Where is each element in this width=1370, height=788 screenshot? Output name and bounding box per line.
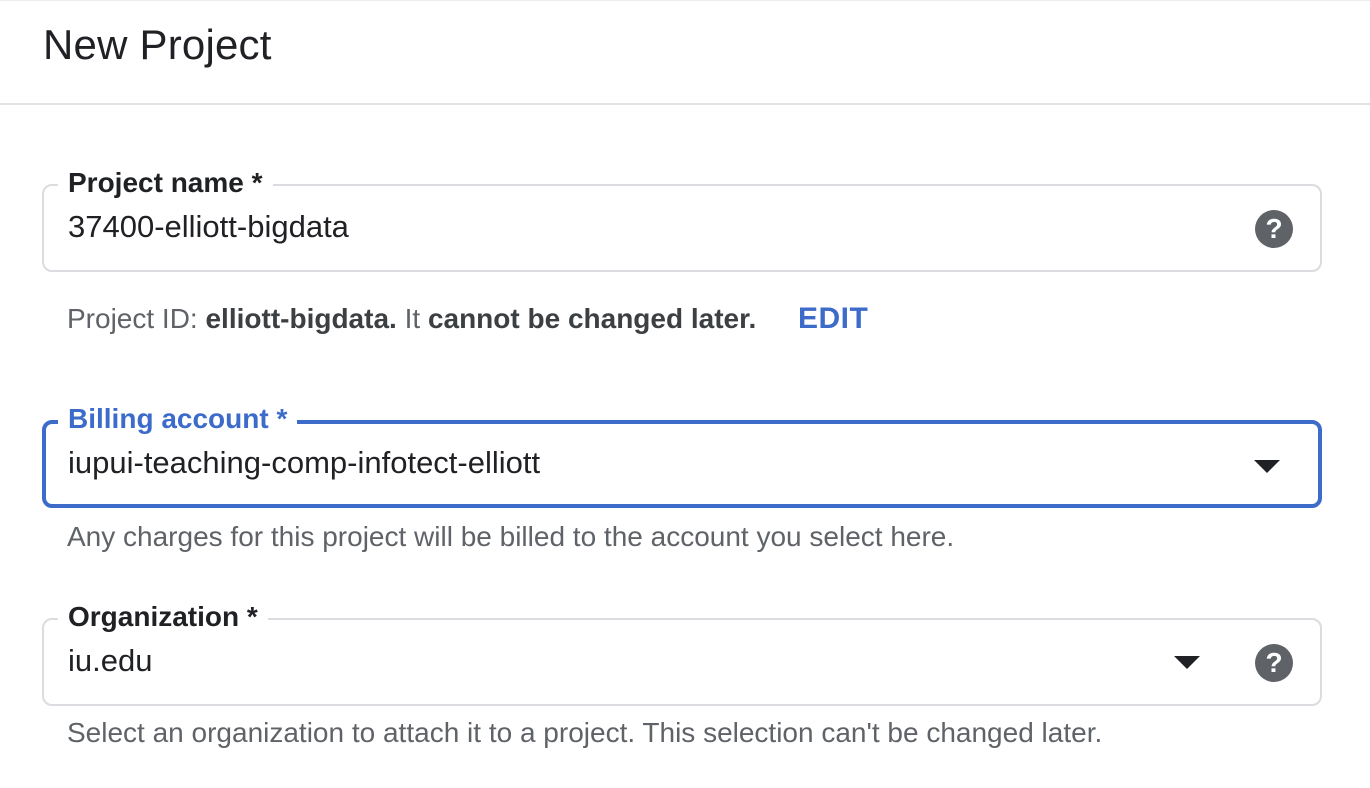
organization-helper: Select an organization to attach it to a…	[67, 717, 1103, 748]
billing-account-label: Billing account *	[58, 402, 298, 436]
dropdown-arrow-icon[interactable]	[1174, 656, 1200, 669]
billing-account-select[interactable]: Billing account * iupui-teaching-comp-in…	[42, 402, 1322, 508]
page-header: New Project	[0, 0, 1370, 105]
new-project-page: New Project Project name * 37400-elliott…	[0, 0, 1370, 788]
organization-value: iu.edu	[68, 643, 153, 678]
help-icon[interactable]: ?	[1255, 644, 1293, 682]
organization-select[interactable]: Organization * iu.edu ?	[42, 600, 1322, 706]
project-id-value: elliott-bigdata.	[205, 303, 397, 334]
organization-label: Organization *	[58, 600, 268, 634]
dropdown-arrow-icon[interactable]	[1254, 460, 1280, 473]
project-id-helper: Project ID: elliott-bigdata. It cannot b…	[67, 302, 756, 336]
page-title: New Project	[43, 21, 272, 68]
project-id-warning: cannot be changed later.	[427, 303, 757, 334]
project-id-prefix: Project ID:	[67, 303, 206, 334]
project-name-input[interactable]: 37400-elliott-bigdata	[68, 208, 349, 246]
billing-account-helper: Any charges for this project will be bil…	[67, 521, 955, 552]
edit-project-id-button[interactable]: EDIT	[798, 302, 868, 336]
help-icon[interactable]: ?	[1255, 210, 1293, 248]
project-name-field[interactable]: Project name * 37400-elliott-bigdata ?	[42, 166, 1322, 272]
project-id-middle: It	[396, 303, 428, 334]
billing-account-value: iupui-teaching-comp-infotect-elliott	[68, 445, 541, 480]
project-name-label: Project name *	[58, 166, 273, 200]
